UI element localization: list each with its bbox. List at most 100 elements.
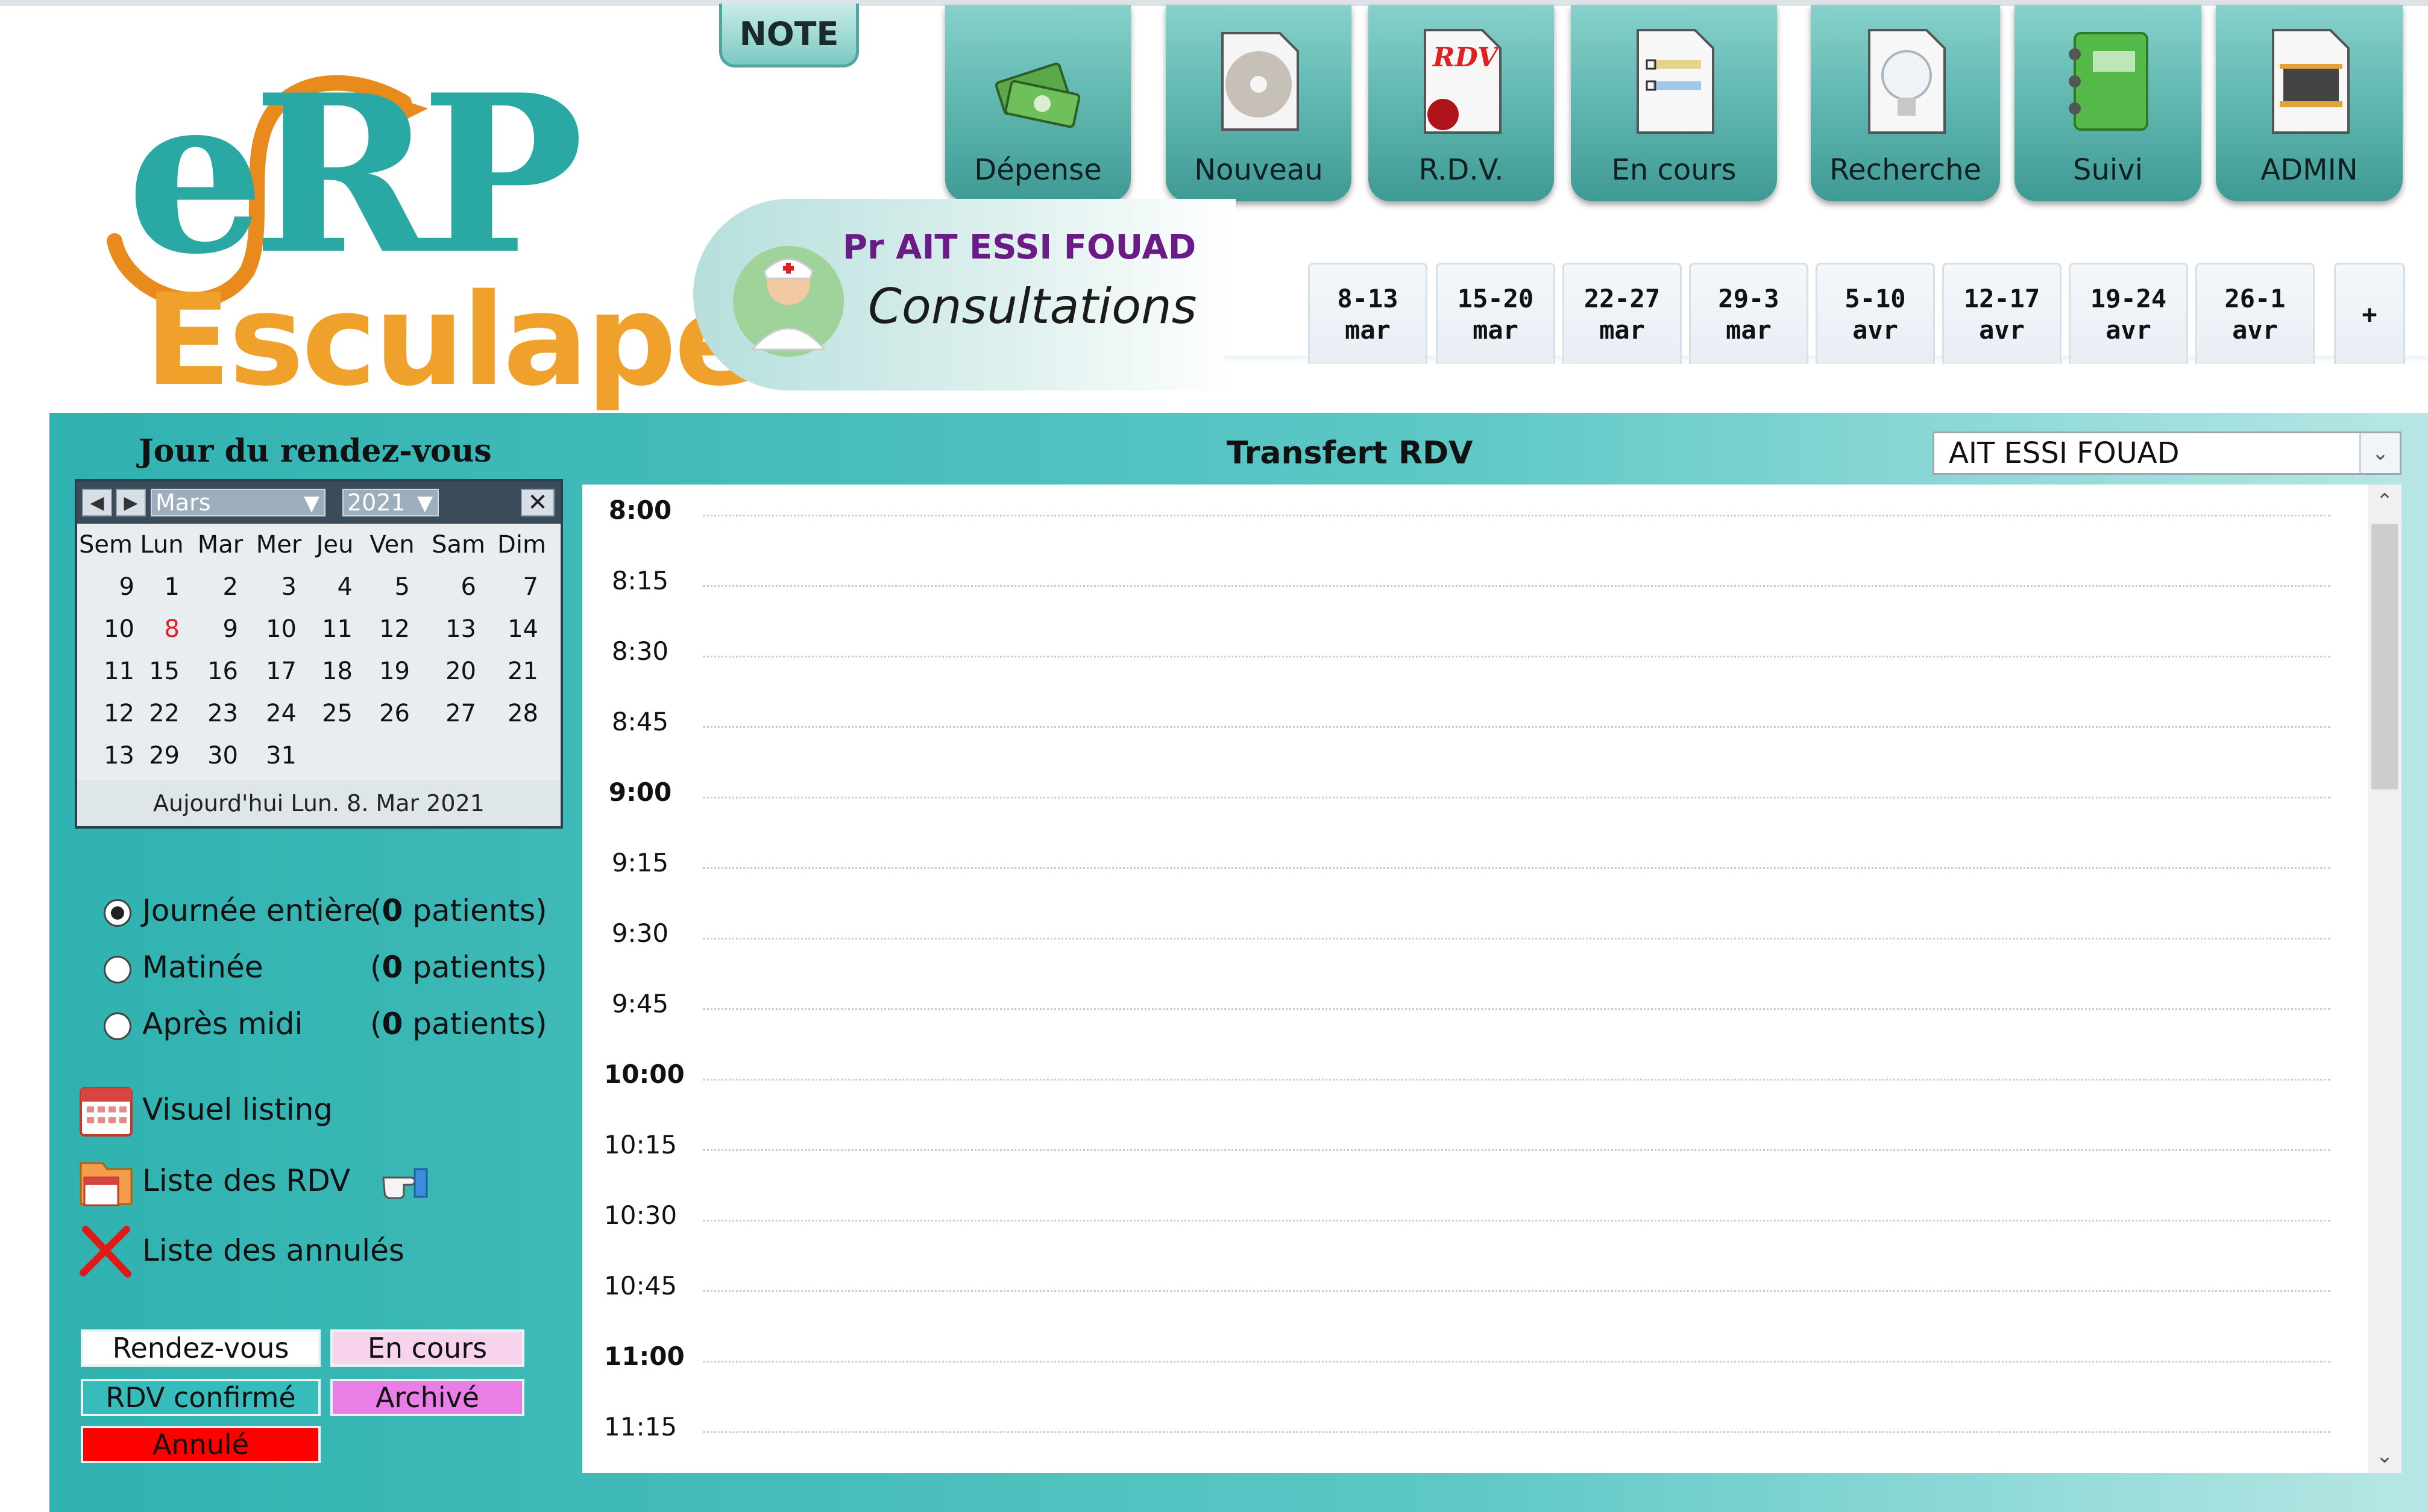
calendar-day[interactable]: 21 xyxy=(481,657,538,685)
time-slot[interactable]: 10:00 xyxy=(582,1059,2367,1130)
calendar-day[interactable]: 31 xyxy=(239,742,297,770)
option-count: (0 patients) xyxy=(370,950,547,985)
rdv-button[interactable]: RDV R.D.V. xyxy=(1368,5,1554,201)
calendar-day[interactable]: 9 xyxy=(181,615,238,643)
week-tab[interactable]: 22-27 mar xyxy=(1562,263,1682,364)
legend-rdv-confirme: RDV confirmé xyxy=(81,1379,321,1416)
calendar-day[interactable]: 17 xyxy=(239,657,297,685)
calendar-day[interactable]: 11 xyxy=(295,615,353,643)
scroll-up-icon[interactable]: ⌃ xyxy=(2368,485,2401,518)
doctor-select[interactable]: AIT ESSI FOUAD ⌄ xyxy=(1933,431,2401,475)
calendar-day[interactable]: 3 xyxy=(239,573,297,601)
time-slot[interactable]: 11:15 xyxy=(582,1412,2367,1473)
calendar-day[interactable]: 30 xyxy=(181,742,238,770)
calendar-col-header: Dim xyxy=(497,531,546,559)
week-tab[interactable]: 29-3 mar xyxy=(1689,263,1808,364)
calendar-day[interactable]: 18 xyxy=(295,657,353,685)
calendar-listing-icon[interactable] xyxy=(76,1079,136,1139)
time-slot[interactable]: 9:15 xyxy=(582,848,2367,918)
radio-journee-entiere[interactable] xyxy=(104,899,131,927)
time-slot[interactable]: 9:45 xyxy=(582,989,2367,1059)
admin-button[interactable]: ADMIN xyxy=(2216,5,2403,201)
calendar-day[interactable]: 22 xyxy=(122,700,180,727)
calendar-day[interactable]: 10 xyxy=(239,615,297,643)
pointing-hand-icon[interactable] xyxy=(380,1159,430,1202)
time-slot[interactable]: 10:45 xyxy=(582,1271,2367,1341)
suivi-label: Suivi xyxy=(2073,153,2143,187)
calendar-day[interactable]: 19 xyxy=(353,657,410,685)
month-select[interactable]: Mars ▼ xyxy=(151,489,326,516)
time-slot[interactable]: 11:00 xyxy=(582,1341,2367,1412)
note-tab[interactable]: NOTE xyxy=(719,4,859,67)
count-open: ( xyxy=(370,950,382,985)
calendar-col-header: Ven xyxy=(370,531,415,559)
calendar-day[interactable]: 25 xyxy=(295,700,353,727)
count-value: 0 xyxy=(382,893,403,928)
time-slot[interactable]: 8:00 xyxy=(582,495,2367,566)
week-tab[interactable]: 26-1 avr xyxy=(2195,263,2315,364)
recherche-button[interactable]: Recherche xyxy=(1811,5,2000,201)
calendar-day[interactable]: 6 xyxy=(419,573,476,601)
prev-month-button[interactable]: ◀ xyxy=(82,489,112,516)
nouveau-button[interactable]: Nouveau xyxy=(1166,5,1351,201)
count-value: 0 xyxy=(382,1006,403,1041)
red-cross-icon[interactable] xyxy=(76,1221,136,1281)
slot-line xyxy=(703,1220,2330,1222)
calendar-day[interactable]: 5 xyxy=(353,573,410,601)
scroll-down-icon[interactable]: ⌄ xyxy=(2368,1439,2401,1473)
week-tab[interactable]: 15-20 mar xyxy=(1436,263,1555,364)
liste-des-rdv-link[interactable]: Liste des RDV xyxy=(142,1163,350,1198)
calendar-day-today[interactable]: 8 xyxy=(122,615,180,643)
visuel-listing-link[interactable]: Visuel listing xyxy=(142,1092,333,1127)
calendar-day[interactable]: 28 xyxy=(481,700,538,727)
next-month-button[interactable]: ▶ xyxy=(116,489,146,516)
calendar-close-button[interactable]: ✕ xyxy=(521,489,555,516)
time-label: 10:45 xyxy=(604,1271,678,1300)
calendar-day[interactable]: 7 xyxy=(481,573,538,601)
time-label: 11:00 xyxy=(604,1341,685,1371)
time-label: 8:45 xyxy=(611,707,669,736)
calendar-day[interactable]: 4 xyxy=(295,573,353,601)
calendar-day[interactable]: 24 xyxy=(239,700,297,727)
schedule-scrollbar[interactable]: ⌃ ⌄ xyxy=(2368,485,2401,1473)
schedule-grid[interactable]: 8:00 8:15 8:30 8:45 9:00 9:15 9:30 9:45 … xyxy=(582,485,2368,1473)
more-weeks-button[interactable]: + xyxy=(2334,263,2405,364)
year-select[interactable]: 2021 ▼ xyxy=(342,489,439,516)
calendar-day[interactable]: 13 xyxy=(419,615,476,643)
time-slot[interactable]: 8:15 xyxy=(582,566,2367,636)
week-range: 5-10 xyxy=(1845,283,1906,313)
week-tab[interactable]: 5-10 avr xyxy=(1816,263,1935,364)
calendar-day[interactable]: 20 xyxy=(419,657,476,685)
week-tab[interactable]: 8-13 mar xyxy=(1308,263,1427,364)
liste-des-annules-link[interactable]: Liste des annulés xyxy=(142,1233,404,1268)
scroll-thumb[interactable] xyxy=(2371,524,2398,789)
calendar-day[interactable]: 15 xyxy=(122,657,180,685)
en-cours-button[interactable]: En cours xyxy=(1571,5,1777,201)
calendar-day[interactable]: 26 xyxy=(353,700,410,727)
time-label: 10:30 xyxy=(604,1200,678,1230)
calendar-day[interactable]: 27 xyxy=(419,700,476,727)
time-slot[interactable]: 8:30 xyxy=(582,636,2367,707)
calendar-day[interactable]: 12 xyxy=(353,615,410,643)
calendar-day[interactable]: 29 xyxy=(122,742,180,770)
week-tab[interactable]: 19-24 avr xyxy=(2069,263,2188,364)
calendar-day[interactable]: 16 xyxy=(181,657,238,685)
time-slot[interactable]: 10:15 xyxy=(582,1130,2367,1200)
slot-line xyxy=(703,867,2330,869)
calendar-day[interactable]: 14 xyxy=(481,615,538,643)
radio-matinee[interactable] xyxy=(104,956,131,983)
calendar-day[interactable]: 1 xyxy=(122,573,180,601)
calendar-today-label[interactable]: Aujourd'hui Lun. 8. Mar 2021 xyxy=(77,780,561,826)
time-slot[interactable]: 10:30 xyxy=(582,1200,2367,1271)
calendar-day[interactable]: 23 xyxy=(181,700,238,727)
depense-button[interactable]: Dépense xyxy=(945,5,1131,201)
radio-apres-midi[interactable] xyxy=(104,1012,131,1040)
suivi-button[interactable]: Suivi xyxy=(2014,5,2201,201)
folder-calendar-icon[interactable] xyxy=(76,1150,136,1210)
week-month: mar xyxy=(1473,315,1518,345)
week-tab[interactable]: 12-17 avr xyxy=(1942,263,2062,364)
time-slot[interactable]: 8:45 xyxy=(582,707,2367,777)
time-slot[interactable]: 9:00 xyxy=(582,777,2367,848)
calendar-day[interactable]: 2 xyxy=(181,573,238,601)
time-slot[interactable]: 9:30 xyxy=(582,918,2367,989)
